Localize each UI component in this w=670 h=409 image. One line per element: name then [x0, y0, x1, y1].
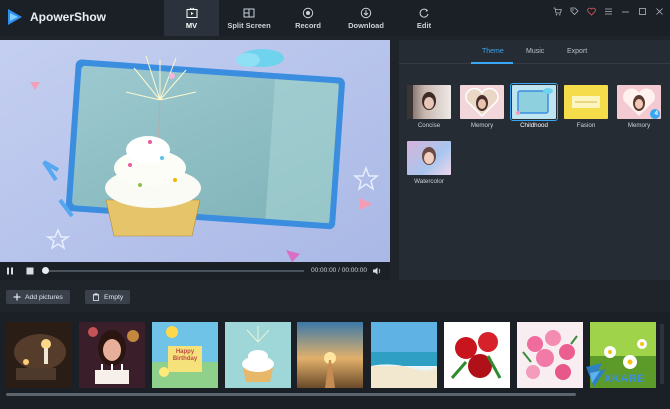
seek-knob[interactable] [42, 267, 49, 274]
theme-name: Concise [417, 122, 441, 129]
theme-item-concise[interactable]: Concise [407, 85, 451, 129]
nav-tab-edit[interactable]: Edit [395, 0, 453, 36]
seek-bar[interactable] [42, 270, 304, 272]
volume-icon[interactable] [372, 266, 382, 276]
theme-badge: 4 [654, 111, 658, 117]
theme-name: Memory [470, 122, 494, 129]
empty-button[interactable]: Empty [85, 290, 131, 304]
tab-music[interactable]: Music [526, 48, 544, 55]
clip-beach[interactable] [371, 322, 437, 388]
plus-icon [13, 293, 21, 301]
theme-item-fasion[interactable]: Fasion [564, 85, 608, 129]
edit-icon [419, 8, 429, 18]
player-controls: 00:00:00 / 00:00:00 [0, 262, 390, 280]
download-icon [360, 7, 372, 18]
add-pictures-button[interactable]: Add pictures [6, 290, 70, 304]
theme-name: Watercolor [414, 178, 444, 185]
timecode: 00:00:00 / 00:00:00 [311, 267, 368, 274]
window-controls [553, 3, 664, 16]
clip-sunset-road[interactable] [297, 322, 363, 388]
pink-roses-photo [517, 322, 583, 388]
watermark: XKARE [580, 359, 666, 399]
video-preview[interactable] [0, 40, 390, 262]
clip-candles[interactable] [6, 322, 72, 388]
panel-tabs: Theme Music Export [399, 40, 670, 64]
close-icon[interactable] [655, 3, 664, 15]
nav-tab-label: MV [185, 20, 198, 30]
tag-icon[interactable] [570, 3, 579, 16]
theme-thumbnail [407, 85, 451, 119]
theme-thumbnail [510, 83, 558, 121]
sunset-road-photo [297, 322, 363, 388]
button-label: Add pictures [25, 293, 63, 301]
cart-icon[interactable] [553, 3, 562, 16]
heart-icon[interactable] [587, 3, 596, 16]
preview-frame-image [0, 40, 390, 262]
tab-theme[interactable]: Theme [482, 48, 504, 55]
theme-thumbnail [407, 141, 451, 175]
nav-tab-download[interactable]: Download [337, 0, 395, 36]
brand: ApowerShow [6, 7, 106, 27]
main-nav: MV Split Screen Record Download Edit [164, 0, 453, 36]
record-icon [302, 7, 314, 18]
clip-cupcake-sparkler[interactable] [225, 322, 291, 388]
theme-name: Memory [627, 122, 651, 129]
tab-export[interactable]: Export [567, 48, 587, 55]
horizontal-scrollbar[interactable] [6, 393, 576, 396]
button-label: Empty [104, 293, 124, 301]
title-bar: ApowerShow MV Split Screen Record Downlo… [0, 0, 670, 36]
cake-text: Happy Birthday [172, 349, 198, 362]
beach-photo [371, 322, 437, 388]
pause-icon[interactable] [5, 266, 15, 276]
minimize-icon[interactable] [621, 3, 630, 13]
theme-name: Fasion [576, 122, 596, 129]
clip-red-roses[interactable] [444, 322, 510, 388]
nav-tab-record[interactable]: Record [279, 0, 337, 36]
theme-thumbnail [564, 85, 608, 119]
nav-tab-label: Split Screen [227, 20, 271, 30]
theme-panel: Theme Music Export Concise Memory Childh… [399, 40, 670, 280]
app-window: ApowerShow MV Split Screen Record Downlo… [0, 0, 670, 409]
app-title: ApowerShow [30, 10, 107, 24]
nav-tab-label: Edit [416, 20, 432, 30]
maximize-icon[interactable] [638, 3, 647, 15]
menu-icon[interactable] [604, 3, 613, 15]
clip-happy-birthday-cake[interactable]: Happy Birthday [152, 322, 218, 388]
theme-item-memory[interactable]: Memory [460, 85, 504, 129]
clip-birthday-girl[interactable] [79, 322, 145, 388]
nav-tab-label: Record [295, 20, 321, 30]
media-strip: Happy Birthday XKARE [0, 312, 670, 409]
theme-item-childhood[interactable]: Childhood [510, 83, 558, 129]
theme-thumbnail: 4 [617, 85, 661, 119]
red-roses-photo [444, 322, 510, 388]
theme-item-watercolor[interactable]: Watercolor [407, 141, 451, 185]
theme-thumbnail [460, 85, 504, 119]
candles-photo [6, 322, 72, 388]
clip-pink-roses[interactable] [517, 322, 583, 388]
cupcake-sparkler-photo [225, 322, 291, 388]
mv-icon [186, 7, 197, 18]
theme-item-memory-2[interactable]: 4 Memory [617, 85, 661, 129]
theme-name: Childhood [520, 122, 548, 129]
birthday-girl-photo [79, 322, 145, 388]
trash-icon [93, 293, 99, 301]
stop-icon[interactable] [25, 266, 35, 276]
nav-tab-mv[interactable]: MV [164, 0, 219, 36]
split-screen-icon [243, 8, 255, 17]
nav-tab-split-screen[interactable]: Split Screen [219, 0, 279, 36]
nav-tab-label: Download [348, 20, 384, 30]
apowershow-logo-icon [8, 9, 22, 25]
active-tab-indicator [471, 62, 513, 64]
watermark-text: XKARE [604, 373, 646, 385]
